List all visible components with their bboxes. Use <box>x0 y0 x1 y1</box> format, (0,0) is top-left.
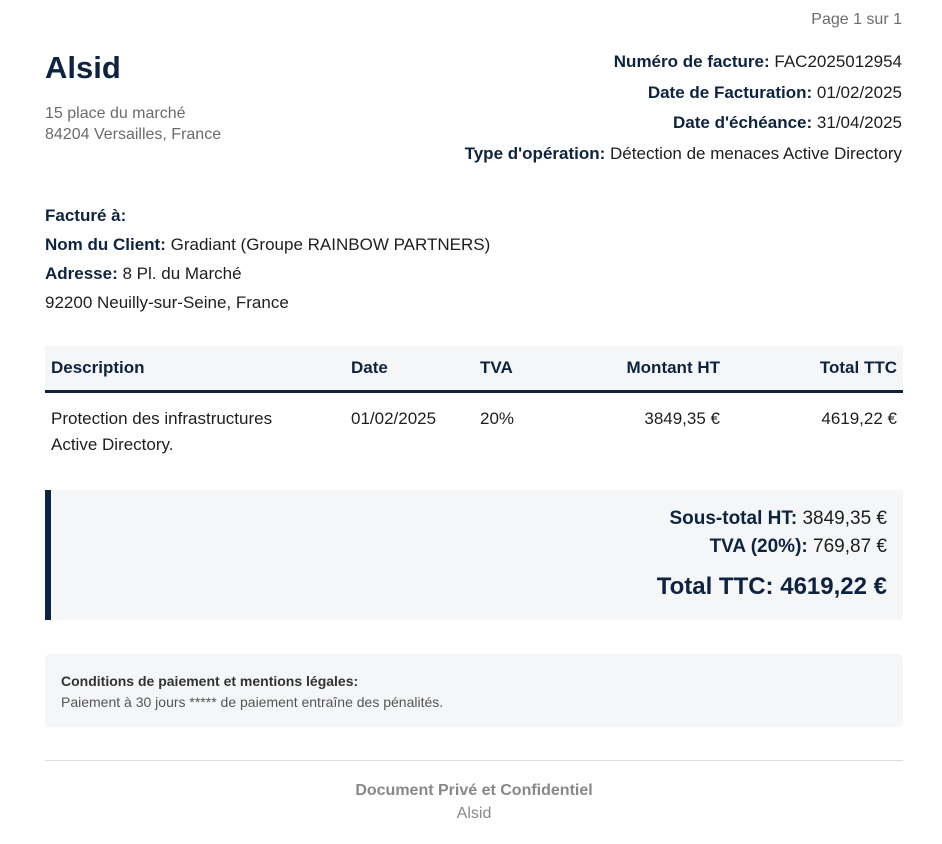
cell-date: 01/02/2025 <box>351 408 437 428</box>
footer-title: Document Privé et Confidentiel <box>355 782 593 799</box>
client-name-value: Gradiant (Groupe RAINBOW PARTNERS) <box>170 235 491 254</box>
billing-date-label: Date de Facturation: <box>647 82 813 102</box>
billing-date-value: 01/02/2025 <box>816 82 902 102</box>
footer: Document Privé et Confidentiel Alsid <box>45 779 903 825</box>
invoice-number: Numéro de facture: FAC2025012954 <box>465 47 902 78</box>
company-address: 15 place du marché 84204 Versailles, Fra… <box>45 103 221 145</box>
company-address-line2: 84204 Versailles, France <box>45 126 222 143</box>
tva-value: 769,87 € <box>813 536 887 557</box>
client-name: Nom du Client: Gradiant (Groupe RAINBOW … <box>45 230 490 259</box>
tva-line: TVA (20%): 769,87 € <box>51 533 887 561</box>
invoice-number-label: Numéro de facture: <box>613 52 770 71</box>
cell-amount-ht: 3849,35 € <box>644 408 720 428</box>
due-date-label: Date d'échéance: <box>673 113 813 132</box>
header-description: Description <box>45 346 345 393</box>
footer-company: Alsid <box>456 805 492 822</box>
invoice-number-value: FAC2025012954 <box>774 52 902 71</box>
header-total-ttc: Total TTC <box>726 346 903 393</box>
client-address-label: Adresse: <box>45 264 118 283</box>
payment-conditions: Conditions de paiement et mentions légal… <box>45 654 903 727</box>
header-date: Date <box>345 346 474 393</box>
client-address: Adresse: 8 Pl. du Marché <box>45 259 490 288</box>
operation-type-value: Détection de menaces Active Directory <box>610 143 902 163</box>
description-line1: Protection des infrastructures <box>51 408 273 428</box>
cell-total-ttc: 4619,22 € <box>821 408 897 428</box>
due-date: Date d'échéance: 31/04/2025 <box>465 108 902 139</box>
operation-type-label: Type d'opération: <box>464 143 606 163</box>
operation-type: Type d'opération: Détection de menaces A… <box>465 139 902 170</box>
grand-total-label: Total TTC: <box>656 573 774 600</box>
page-indicator: Page 1 sur 1 <box>811 11 902 28</box>
tva-label: TVA (20%): <box>709 536 808 557</box>
footer-divider <box>45 760 903 761</box>
grand-total-value: 4619,22 € <box>780 573 887 600</box>
header-tva: TVA <box>474 346 574 393</box>
conditions-text: Paiement à 30 jours ***** de paiement en… <box>61 694 444 710</box>
bill-to-heading: Facturé à: <box>45 206 127 225</box>
table-row: Protection des infrastructures Active Di… <box>45 391 903 458</box>
totals-panel: Sous-total HT: 3849,35 € TVA (20%): 769,… <box>45 490 903 620</box>
subtotal-label: Sous-total HT: <box>669 508 798 529</box>
due-date-value: 31/04/2025 <box>816 113 902 132</box>
client-address-value: 8 Pl. du Marché <box>122 264 242 283</box>
company-name: Alsid <box>45 50 121 85</box>
company-address-line1: 15 place du marché <box>45 105 186 122</box>
subtotal-value: 3849,35 € <box>802 508 887 529</box>
client-name-label: Nom du Client: <box>45 235 166 254</box>
cell-description: Protection des infrastructures Active Di… <box>45 391 345 458</box>
subtotal-line: Sous-total HT: 3849,35 € <box>51 490 887 533</box>
invoice-meta: Numéro de facture: FAC2025012954 Date de… <box>465 47 902 169</box>
header-amount-ht: Montant HT <box>574 346 726 393</box>
items-table: Description Date TVA Montant HT Total TT… <box>45 346 903 458</box>
items-table-header: Description Date TVA Montant HT Total TT… <box>45 346 903 393</box>
description-line2: Active Directory. <box>51 434 174 454</box>
bill-to-section: Facturé à: Nom du Client: Gradiant (Grou… <box>45 201 490 317</box>
cell-tva: 20% <box>480 408 515 428</box>
conditions-title: Conditions de paiement et mentions légal… <box>61 673 359 689</box>
client-address-line2: 92200 Neuilly-sur-Seine, France <box>45 293 289 312</box>
billing-date: Date de Facturation: 01/02/2025 <box>465 78 902 109</box>
grand-total-line: Total TTC: 4619,22 € <box>51 573 887 601</box>
